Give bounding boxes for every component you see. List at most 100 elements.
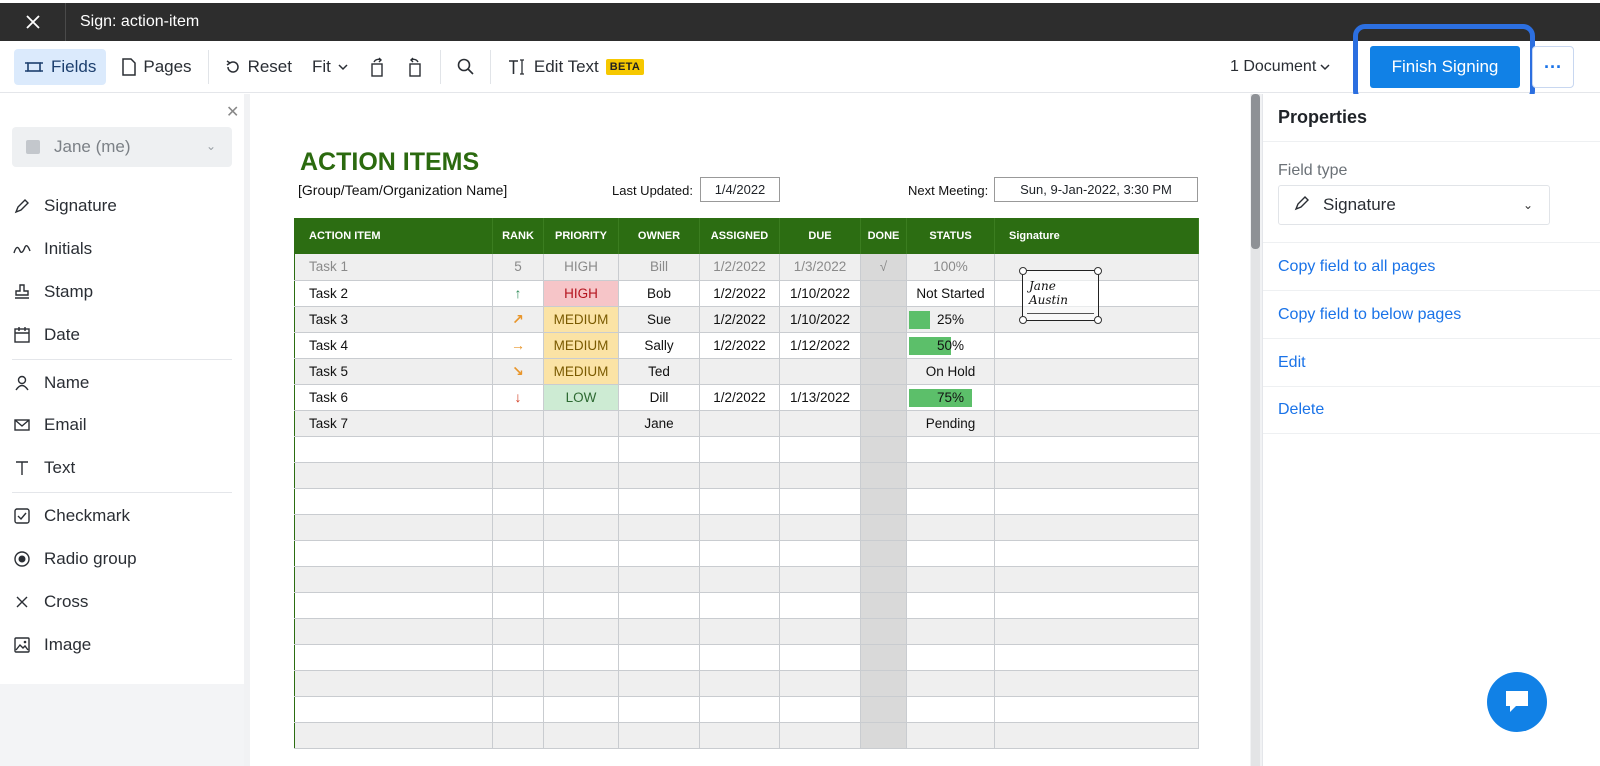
toolbar-divider [207, 49, 209, 84]
column-header: STATUS [906, 218, 995, 254]
field-image[interactable]: Image [12, 629, 91, 661]
edit-field-link[interactable]: Edit [1263, 338, 1600, 386]
reset-icon [226, 59, 239, 73]
table-cell-item: Task 4 [294, 332, 493, 359]
field-name[interactable]: Name [12, 367, 89, 399]
table-cell-status: Pending [906, 410, 995, 437]
rank-arrow-icon: → [511, 337, 525, 353]
field-cross[interactable]: Cross [12, 586, 88, 618]
table-cell-item [294, 670, 493, 697]
field-date[interactable]: Date [12, 319, 80, 351]
pages-tab[interactable]: Pages [112, 49, 201, 85]
table-cell-item: Task 6 [294, 384, 493, 411]
toolbar-divider [489, 49, 491, 84]
field-stamp[interactable]: Stamp [12, 276, 93, 308]
rotate-left-button[interactable] [358, 49, 396, 85]
field-initials[interactable]: Initials [12, 233, 92, 265]
document-selector[interactable]: 1 Document [1230, 49, 1330, 85]
scrollbar-thumb[interactable] [1251, 94, 1260, 249]
delete-field-link[interactable]: Delete [1263, 386, 1600, 434]
status-text: 50% [936, 337, 965, 353]
table-cell-owner [618, 514, 700, 541]
table-cell-priority [543, 618, 619, 645]
table-cell-done [860, 384, 907, 411]
table-cell-due [779, 358, 861, 385]
column-header: PRIORITY [543, 218, 619, 254]
table-cell-assigned [699, 566, 780, 593]
resize-handle[interactable] [1094, 267, 1102, 275]
field-signature[interactable]: Signature [12, 190, 117, 222]
table-cell-priority [543, 514, 619, 541]
chat-support-button[interactable] [1487, 672, 1547, 732]
rotate-right-button[interactable] [396, 49, 434, 85]
table-cell-assigned [699, 618, 780, 645]
table-cell-rank: → [492, 332, 544, 359]
table-cell-done [860, 462, 907, 489]
next-meeting-value: Sun, 9-Jan-2022, 3:30 PM [994, 177, 1198, 202]
table-cell-due [779, 618, 861, 645]
fit-dropdown[interactable]: Fit [302, 49, 358, 85]
document-viewport[interactable]: ACTION ITEMS [Group/Team/Organization Na… [244, 94, 1262, 766]
resize-handle[interactable] [1094, 316, 1102, 324]
table-cell-assigned [699, 540, 780, 567]
table-cell-signature [994, 332, 1199, 359]
resize-handle[interactable] [1019, 267, 1027, 275]
table-row: Task 5 ↘ MEDIUM Ted On Hold [294, 358, 1199, 385]
chat-icon [1506, 691, 1528, 712]
search-button[interactable] [447, 49, 484, 85]
field-type-select[interactable]: Signature ⌄ [1278, 185, 1550, 225]
finish-signing-button[interactable]: Finish Signing [1370, 46, 1520, 88]
table-cell-owner [618, 488, 700, 515]
status-text: 75% [936, 389, 965, 405]
table-cell-signature [994, 696, 1199, 723]
field-label: Text [44, 458, 76, 477]
field-text[interactable]: Text [12, 452, 75, 484]
table-cell-priority [543, 436, 619, 463]
resize-handle[interactable] [1019, 316, 1027, 324]
pen-icon [12, 197, 32, 215]
rank-arrow-icon: ↓ [514, 389, 522, 405]
table-cell-due: 1/10/2022 [779, 280, 861, 307]
field-radio-group[interactable]: Radio group [12, 543, 137, 575]
copy-to-all-pages-link[interactable]: Copy field to all pages [1263, 242, 1600, 290]
table-cell-item [294, 644, 493, 671]
properties-panel: Properties Field type Signature ⌄ Copy f… [1262, 94, 1600, 766]
more-options-button[interactable]: ··· [1532, 46, 1574, 88]
table-cell-priority [543, 540, 619, 567]
table-cell-item [294, 696, 493, 723]
column-header: Signature [994, 218, 1199, 254]
close-window-button[interactable] [0, 3, 66, 41]
reset-button[interactable]: Reset [215, 49, 302, 85]
table-cell-assigned [699, 358, 780, 385]
table-cell-status: On Hold [906, 358, 995, 385]
table-cell-status [906, 644, 995, 671]
column-header: DUE [779, 218, 861, 254]
table-cell-signature [994, 566, 1199, 593]
pen-icon [1293, 194, 1311, 217]
document-scrollbar[interactable] [1251, 94, 1260, 766]
table-row: Task 4 → MEDIUM Sally 1/2/2022 1/12/2022 50% [294, 332, 1199, 359]
status-text: On Hold [925, 363, 976, 379]
fit-label: Fit [311, 56, 331, 76]
page-icon [122, 57, 137, 76]
field-email[interactable]: Email [12, 409, 87, 441]
field-checkmark[interactable]: Checkmark [12, 500, 130, 532]
table-cell-signature [994, 462, 1199, 489]
table-row [294, 670, 1199, 697]
table-cell-owner [618, 644, 700, 671]
table-body: Task 1 5 HIGH Bill 1/2/2022 1/3/2022 √ 100% Task… [294, 254, 1199, 749]
signer-select[interactable]: Jane (me) ⌄ [12, 127, 232, 167]
chevron-down-icon: ⌄ [1522, 198, 1533, 212]
document-count: 1 Document [1230, 58, 1317, 75]
text-icon [12, 459, 32, 477]
edit-text-button[interactable]: Edit Text BETA [497, 49, 654, 85]
fields-tab[interactable]: Fields [14, 48, 107, 85]
table-cell-rank [492, 670, 544, 697]
table-cell-due: 1/12/2022 [779, 332, 861, 359]
copy-to-below-pages-link[interactable]: Copy field to below pages [1263, 290, 1600, 338]
table-cell-rank [492, 696, 544, 723]
table-row [294, 618, 1199, 645]
close-panel-icon[interactable]: ✕ [226, 102, 239, 122]
signature-field[interactable]: Jane Austin [1019, 267, 1102, 324]
table-cell-priority: MEDIUM [543, 358, 619, 385]
